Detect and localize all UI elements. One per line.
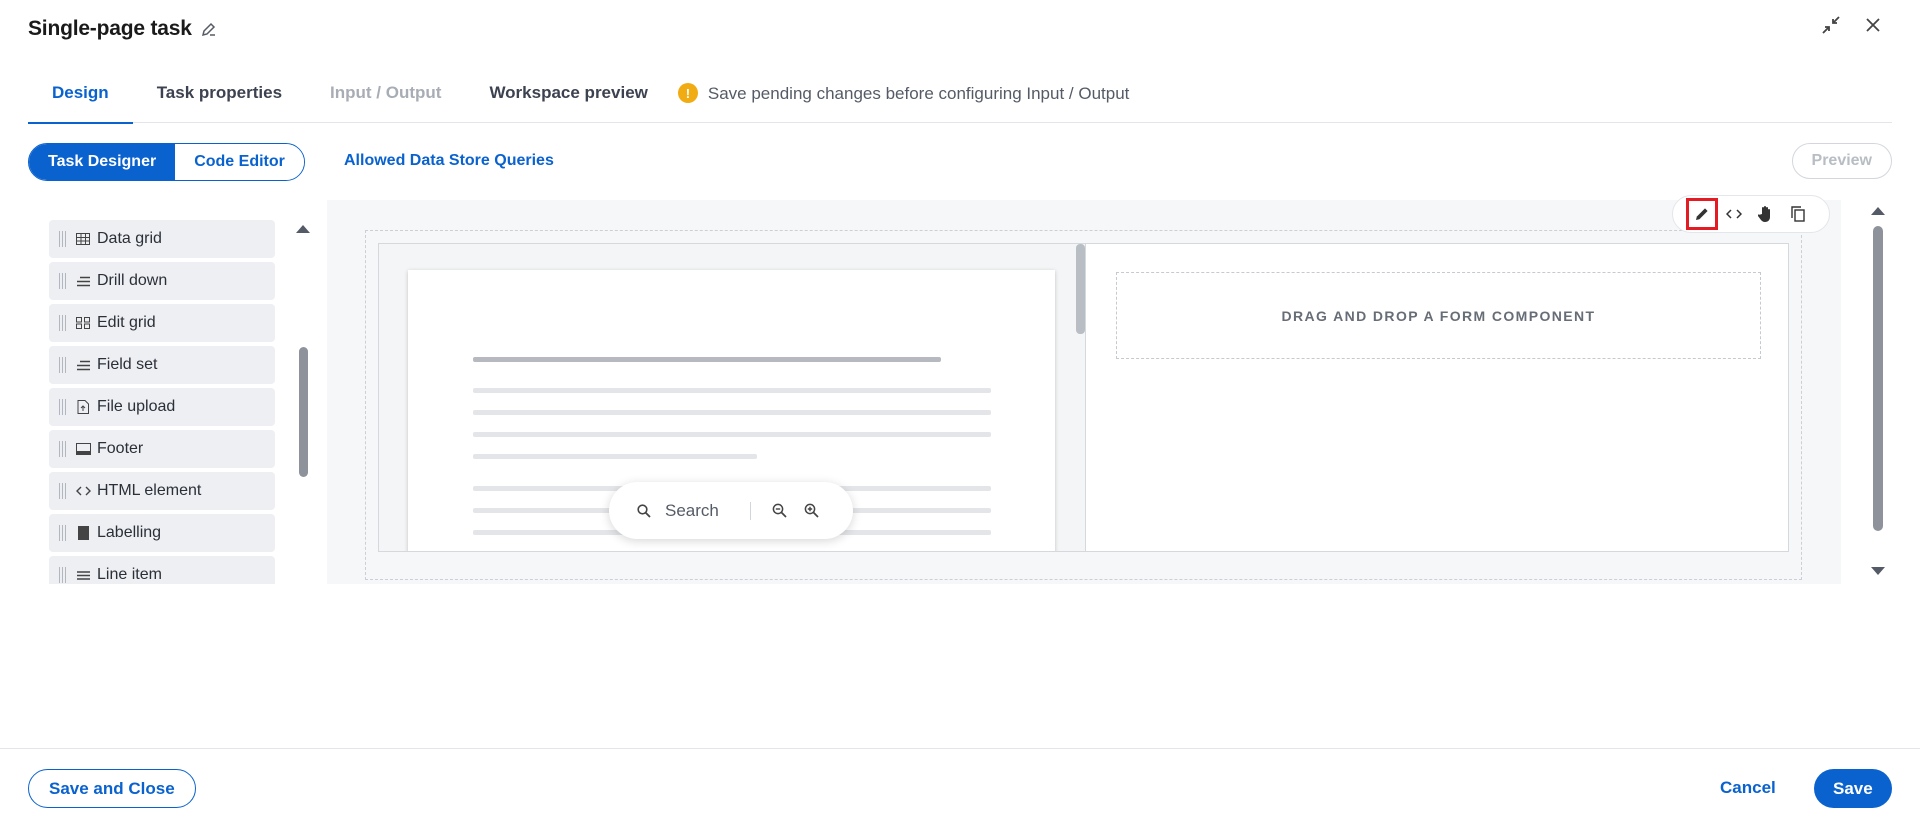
warning-icon: ! [677,83,698,103]
document-viewer-toolbar: Search [609,482,853,539]
drag-handle-icon[interactable] [59,399,69,415]
grid-icon [75,231,91,247]
page-scrollbar[interactable] [1873,226,1883,531]
window-actions [1820,14,1884,36]
footer-icon [75,441,91,457]
form-dropzone[interactable]: DRAG AND DROP A FORM COMPONENT [1116,272,1761,359]
palette-item-field-set[interactable]: Field set [49,346,275,384]
copy-icon[interactable] [1787,203,1809,225]
zoom-out-icon[interactable] [771,502,789,520]
doc-text-line [473,388,991,393]
palette-item-file-upload[interactable]: File upload [49,388,275,426]
lines-icon [75,273,91,289]
palette-item-footer[interactable]: Footer [49,430,275,468]
palette-item-labelling[interactable]: Labelling [49,514,275,552]
palette-item-label: HTML element [97,482,202,499]
tab-bar: Design Task properties Input / Output Wo… [28,70,1892,124]
close-icon[interactable] [1862,14,1884,36]
code-icon [75,483,91,499]
columns-component: DRAG AND DROP A FORM COMPONENT [378,243,1789,552]
page-scroll-up-icon[interactable] [1871,207,1885,215]
palette-item-data-grid[interactable]: Data grid [49,220,275,258]
drag-handle-icon[interactable] [59,273,69,289]
zoom-in-icon[interactable] [803,502,821,520]
allowed-queries-link[interactable]: Allowed Data Store Queries [344,152,554,170]
edit-title-icon[interactable] [200,20,218,38]
tab-workspace-preview[interactable]: Workspace preview [465,70,671,123]
code-editor-button[interactable]: Code Editor [175,144,304,180]
collapse-icon[interactable] [1820,14,1842,36]
lines-icon [75,357,91,373]
palette-item-line-item[interactable]: Line item [49,556,275,584]
code-icon[interactable] [1723,203,1745,225]
task-designer-button[interactable]: Task Designer [29,144,176,180]
label-block-icon [75,525,91,541]
palette-item-label: Data grid [97,230,162,247]
mode-switch: Task Designer Code Editor [28,143,305,181]
file-upload-icon [75,399,91,415]
pending-notice-text: Save pending changes before configuring … [707,84,1130,103]
drag-handle-icon[interactable] [59,315,69,331]
doc-search-label: Search [665,500,719,520]
doc-heading-line [473,357,941,362]
doc-text-line [473,410,991,415]
save-and-close-button[interactable]: Save and Close [28,769,196,808]
drag-handle-icon[interactable] [59,441,69,457]
designer-toolbar: Task Designer Code Editor Allowed Data S… [28,143,1892,181]
doc-text-line [473,432,991,437]
drag-handle-icon[interactable] [59,231,69,247]
pending-notice: ! Save pending changes before configurin… [677,70,1130,122]
edit-grid-icon [75,315,91,331]
divider [749,501,751,520]
cancel-button[interactable]: Cancel [1720,778,1776,798]
search-icon [637,503,651,518]
title-row: Single-page task [28,14,218,44]
palette-list: Data grid Drill down Edit grid Field set… [49,220,275,584]
tab-input-output[interactable]: Input / Output [306,70,465,123]
palette-scroll-up-icon[interactable] [296,225,310,233]
column-right: DRAG AND DROP A FORM COMPONENT [1085,244,1788,551]
column-scrollbar[interactable] [1076,244,1085,334]
palette-item-label: Drill down [97,272,168,289]
doc-search[interactable]: Search [637,501,719,521]
palette-item-label: Labelling [97,524,162,541]
drag-handle-icon[interactable] [59,525,69,541]
preview-button[interactable]: Preview [1791,143,1892,179]
page-scroll-down-icon[interactable] [1871,567,1885,575]
palette-item-label: Field set [97,356,158,373]
palette-item-drill-down[interactable]: Drill down [49,262,275,300]
drag-handle-icon[interactable] [59,357,69,373]
drag-handle-icon[interactable] [59,483,69,499]
page-title: Single-page task [28,17,192,40]
footer-bar: Save and Close Cancel Save [0,748,1920,817]
palette-item-label: Edit grid [97,314,156,331]
palette-scrollbar[interactable] [299,347,308,477]
pencil-icon[interactable] [1686,198,1718,230]
hand-icon[interactable] [1755,203,1777,225]
palette-item-edit-grid[interactable]: Edit grid [49,304,275,342]
palette-item-html-element[interactable]: HTML element [49,472,275,510]
palette-item-label: File upload [97,398,176,415]
drag-handle-icon[interactable] [59,567,69,583]
tab-task-properties[interactable]: Task properties [133,70,306,123]
tab-design[interactable]: Design [28,70,133,124]
list-icon [75,567,91,583]
palette-item-label: Footer [97,440,144,457]
canvas-toolbar [1672,195,1830,233]
component-palette: Data grid Drill down Edit grid Field set… [28,200,320,584]
save-button[interactable]: Save [1814,769,1892,808]
palette-item-label: Line item [97,566,162,583]
doc-text-line [473,454,757,459]
